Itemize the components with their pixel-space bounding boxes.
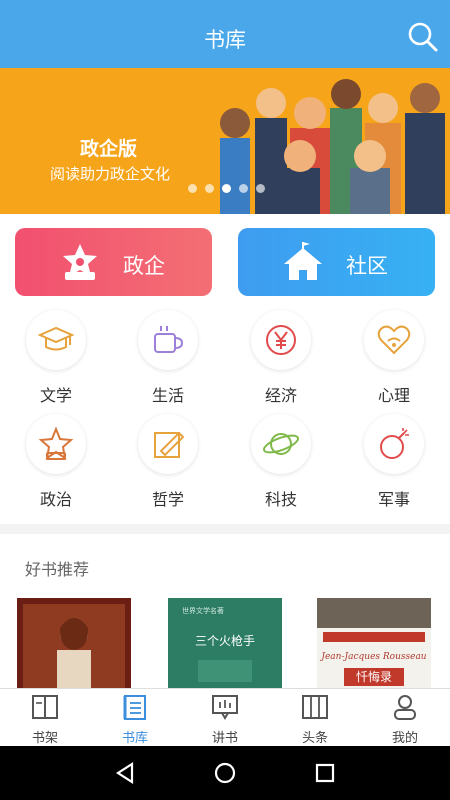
library-icon: [123, 695, 146, 720]
pagination-dot[interactable]: [256, 184, 265, 193]
profile-icon: [394, 695, 416, 720]
heart-wifi-icon: [377, 325, 411, 355]
pencil-square-icon: [154, 431, 185, 458]
tab-talk[interactable]: 讲书: [180, 689, 270, 747]
book-author: Jean-Jacques Rousseau: [321, 652, 427, 662]
tab-label: 我的: [391, 731, 418, 746]
category-wenxue[interactable]: 文学: [0, 310, 112, 406]
app-header: 书库: [0, 10, 450, 68]
zhengqi-button[interactable]: 政企: [15, 228, 212, 296]
banner-pagination: [188, 184, 265, 193]
status-bar: [0, 0, 450, 10]
tab-label: 头条: [301, 731, 328, 746]
zhengqi-label: 政企: [123, 254, 165, 278]
book-title: 三个火枪手: [194, 634, 255, 648]
section-divider: [0, 524, 450, 534]
tab-bookshelf[interactable]: 书架: [0, 689, 90, 747]
banner-title: 政企版: [80, 138, 138, 160]
search-button[interactable]: [406, 20, 440, 54]
tab-library[interactable]: 书库: [90, 689, 180, 747]
book-title: 忏悔录: [344, 668, 404, 686]
category-junshi[interactable]: 军事: [338, 414, 450, 510]
system-nav-bar: [0, 746, 450, 800]
bottom-tab-bar: 书架 书库 讲书 头条 我的: [0, 688, 450, 746]
shequ-button[interactable]: 社区: [238, 228, 435, 296]
category-keji[interactable]: 科技: [225, 414, 337, 510]
category-label: 科技: [264, 490, 297, 509]
category-xinli[interactable]: 心理: [338, 310, 450, 406]
category-label: 文学: [39, 386, 72, 405]
home-flag-icon: [284, 242, 322, 280]
tab-label: 书架: [31, 731, 58, 746]
planet-icon: [262, 433, 300, 455]
pagination-dot[interactable]: [188, 184, 197, 193]
category-label: 哲学: [151, 490, 184, 509]
graduation-cap-icon: [38, 326, 74, 351]
pagination-dot[interactable]: [205, 184, 214, 193]
tab-label: 书库: [121, 731, 148, 746]
category-shenghuo[interactable]: 生活: [112, 310, 224, 406]
coffee-cup-icon: [154, 326, 184, 353]
shequ-label: 社区: [346, 254, 388, 278]
category-jingji[interactable]: 经济: [225, 310, 337, 406]
speech-icon: [212, 695, 238, 720]
tab-headline[interactable]: 头条: [270, 689, 360, 747]
category-label: 生活: [151, 386, 184, 405]
main-content: 政企 社区 文学 生活 经济 心理 政治 哲学 科技 军事 好书推荐 世界文学名…: [0, 214, 450, 688]
home-icon[interactable]: [210, 758, 240, 788]
book-cover[interactable]: [17, 598, 131, 688]
book-cover-art: [23, 604, 125, 688]
tab-label: 讲书: [211, 731, 238, 746]
category-zhengzhi[interactable]: 政治: [0, 414, 112, 510]
page-title: 书库: [204, 28, 246, 52]
back-icon[interactable]: [110, 758, 140, 788]
star-house-icon: [63, 244, 97, 280]
star-badge-icon: [38, 427, 74, 461]
search-icon: [408, 22, 438, 52]
headline-icon: [302, 695, 328, 719]
pagination-dot-active[interactable]: [222, 184, 231, 193]
bookshelf-icon: [32, 695, 58, 719]
book-cover[interactable]: 世界文学名著 三个火枪手: [168, 598, 282, 688]
book-cover[interactable]: Jean-Jacques Rousseau 忏悔录: [317, 598, 431, 688]
category-label: 心理: [377, 386, 410, 405]
tab-profile[interactable]: 我的: [360, 689, 450, 747]
recents-icon[interactable]: [310, 758, 340, 788]
pagination-dot[interactable]: [239, 184, 248, 193]
recommend-title: 好书推荐: [25, 560, 90, 579]
category-label: 政治: [39, 490, 72, 509]
bomb-icon: [380, 428, 409, 459]
banner-subtitle: 阅读助力政企文化: [50, 165, 171, 183]
yen-icon: [266, 325, 296, 355]
category-label: 军事: [377, 490, 410, 509]
category-label: 经济: [264, 386, 297, 405]
category-zhexue[interactable]: 哲学: [112, 414, 224, 510]
